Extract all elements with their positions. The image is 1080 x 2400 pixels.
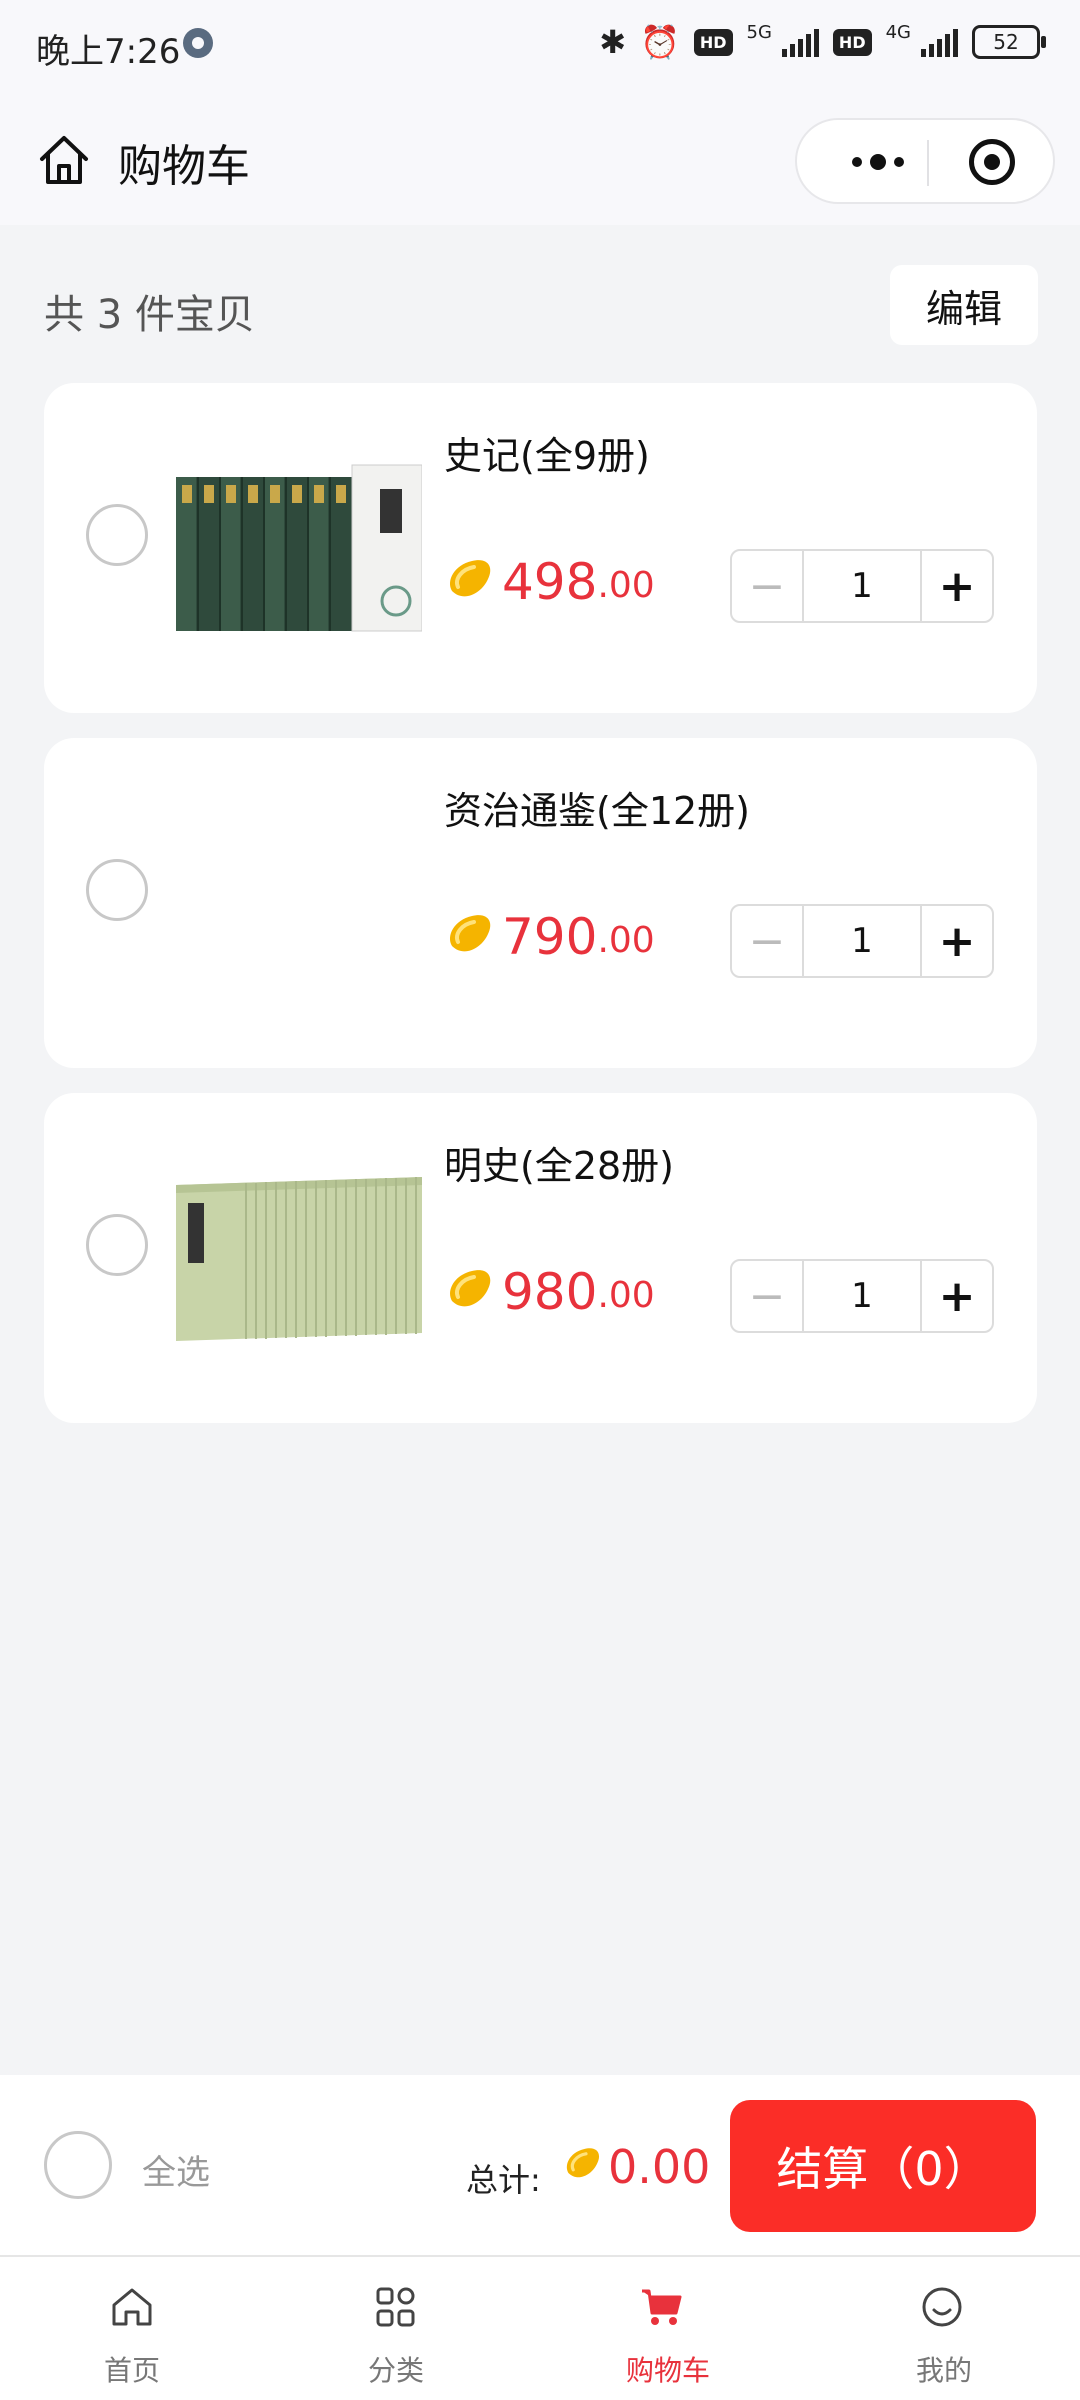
bean-coin-icon — [566, 2148, 600, 2178]
signal-icon-2 — [921, 27, 958, 57]
price-decimal: .00 — [597, 565, 655, 606]
item-title[interactable]: 资治通鉴(全12册) — [444, 780, 750, 835]
total-value: 0.00 — [608, 2140, 711, 2194]
bluetooth-icon: ✱ — [599, 23, 626, 61]
alarm-icon: ⏰ — [640, 23, 680, 61]
checkout-bar: 全选 总计: 0.00 结算（0） — [0, 2075, 1080, 2255]
quantity-stepper: − 1 + — [730, 904, 994, 978]
quantity-value[interactable]: 1 — [804, 1261, 920, 1331]
quantity-stepper: − 1 + — [730, 549, 994, 623]
cart-item: 资治通鉴(全12册) 790 .00 − 1 + — [44, 738, 1037, 1068]
hd-badge: HD — [693, 28, 733, 56]
price-integer: 980 — [502, 1263, 598, 1321]
product-image[interactable] — [176, 463, 422, 633]
checkout-button[interactable]: 结算（0） — [730, 2100, 1036, 2232]
smiley-icon — [922, 2287, 962, 2327]
quantity-stepper: − 1 + — [730, 1259, 994, 1333]
item-price: 790 .00 — [444, 910, 655, 964]
page-title: 购物车 — [118, 141, 250, 192]
item-select-radio[interactable] — [86, 859, 148, 921]
increase-button[interactable]: + — [920, 906, 992, 976]
bean-coin-icon — [450, 560, 491, 597]
bean-coin-icon — [450, 1270, 491, 1307]
price-decimal: .00 — [597, 1275, 655, 1316]
item-price: 980 .00 — [444, 1265, 655, 1319]
settings-badge-icon — [183, 28, 213, 58]
item-title[interactable]: 明史(全28册) — [444, 1135, 674, 1190]
capsule-divider — [927, 140, 929, 186]
edit-button[interactable]: 编辑 — [890, 265, 1038, 345]
miniprogram-capsule — [795, 118, 1055, 204]
home-icon[interactable] — [36, 132, 92, 188]
cart-item: 史记(全9册) 498 .00 − 1 + — [44, 383, 1037, 713]
item-title[interactable]: 史记(全9册) — [444, 425, 650, 480]
status-time: 晚上7:26 — [36, 32, 181, 72]
signal-icon — [781, 27, 819, 57]
increase-button[interactable]: + — [920, 1261, 992, 1331]
increase-button[interactable]: + — [920, 551, 992, 621]
home-icon — [112, 2288, 152, 2326]
item-select-radio[interactable] — [86, 504, 148, 566]
tab-label: 我的 — [915, 2354, 972, 2387]
battery-icon: 52 — [972, 25, 1046, 59]
tab-label: 分类 — [367, 2354, 424, 2387]
status-bar: 晚上7:26 ✱ ⏰ HD 5G HD 4G 52 — [0, 0, 1080, 90]
tab-profile[interactable]: 我的 — [808, 2257, 1080, 2400]
quantity-value[interactable]: 1 — [804, 551, 920, 621]
total-label: 总计: — [466, 2161, 541, 2199]
tab-home[interactable]: 首页 — [0, 2257, 264, 2400]
price-integer: 498 — [502, 553, 598, 611]
price-decimal: .00 — [597, 920, 655, 961]
tab-cart[interactable]: 购物车 — [528, 2257, 808, 2400]
decrease-button[interactable]: − — [732, 1261, 804, 1331]
status-icons: ✱ ⏰ HD 5G HD 4G 52 — [599, 21, 1046, 62]
cart-icon — [642, 2289, 682, 2325]
network-type-label: 5G — [746, 21, 772, 43]
select-all-radio[interactable] — [44, 2131, 112, 2199]
item-select-radio[interactable] — [86, 1214, 148, 1276]
decrease-button[interactable]: − — [732, 906, 804, 976]
quantity-value[interactable]: 1 — [804, 906, 920, 976]
cart-item: 明史(全28册) 980 .00 − 1 + — [44, 1093, 1037, 1423]
product-image[interactable] — [176, 1173, 422, 1343]
more-menu-icon[interactable] — [833, 140, 923, 184]
bean-coin-icon — [450, 915, 491, 952]
decrease-button[interactable]: − — [732, 551, 804, 621]
category-grid-icon — [376, 2287, 415, 2327]
close-miniprogram-icon[interactable] — [969, 139, 1015, 185]
tab-label: 购物车 — [625, 2354, 710, 2387]
item-count: 共 3 件宝贝 — [44, 292, 255, 338]
tab-bar: 首页 分类 购物车 我的 — [0, 2255, 1080, 2400]
product-image-empty[interactable] — [176, 818, 422, 988]
item-price: 498 .00 — [444, 555, 655, 609]
nav-bar: 购物车 — [0, 90, 1080, 225]
tab-category[interactable]: 分类 — [264, 2257, 528, 2400]
network-type-label-2: 4G — [885, 21, 911, 43]
hd-badge-2: HD — [832, 28, 872, 56]
total-amount: 0.00 — [562, 2135, 710, 2199]
select-all-label[interactable]: 全选 — [142, 2145, 210, 2194]
price-integer: 790 — [502, 908, 598, 966]
tab-label: 首页 — [103, 2354, 160, 2387]
